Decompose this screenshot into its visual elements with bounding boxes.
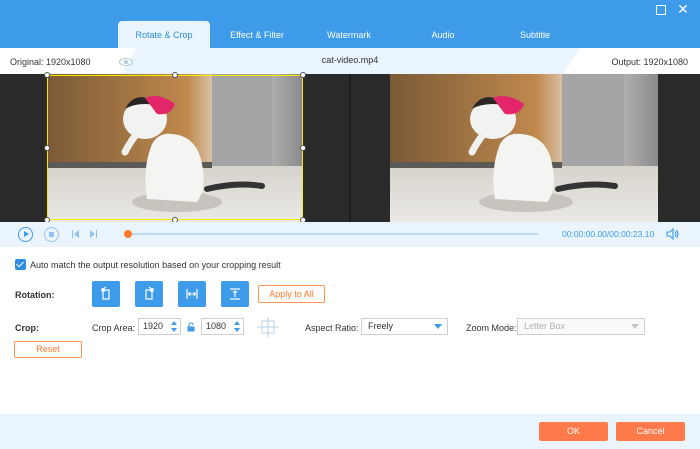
crop-frame[interactable]: [47, 75, 303, 220]
top-bar: Rotate & Crop Effect & Filter Watermark …: [0, 0, 700, 48]
crop-width-input[interactable]: 1920: [138, 318, 181, 335]
playback-bar: 00:00:00.00/00:00:23.10: [0, 222, 700, 247]
rotate-left-button[interactable]: [92, 281, 120, 307]
next-frame-button[interactable]: [88, 227, 103, 242]
tab-rotate-crop[interactable]: Rotate & Crop: [118, 21, 210, 48]
aspect-ratio-label: Aspect Ratio:: [305, 323, 359, 333]
cat-image-output: [390, 74, 658, 222]
flip-horizontal-button[interactable]: [178, 281, 206, 307]
crop-height-value: 1080: [206, 321, 227, 331]
close-icon[interactable]: ✕: [676, 2, 690, 17]
zoom-mode-select[interactable]: Letter Box: [517, 318, 645, 335]
footer-bar: OK Cancel: [0, 414, 700, 449]
info-bar: Original: 1920x1080 cat-video.mp4 Output…: [0, 48, 700, 74]
flip-vertical-button[interactable]: [221, 281, 249, 307]
tab-watermark[interactable]: Watermark: [306, 21, 392, 48]
zoom-mode-value: Letter Box: [524, 321, 566, 331]
cancel-button[interactable]: Cancel: [616, 422, 685, 441]
ok-button[interactable]: OK: [539, 422, 608, 441]
flip-horizontal-icon: [186, 289, 198, 299]
aspect-ratio-value: Freely: [368, 321, 394, 331]
auto-match-checkbox[interactable]: [15, 259, 26, 270]
crop-height-input[interactable]: 1080: [201, 318, 244, 335]
stop-button[interactable]: [44, 227, 59, 242]
auto-match-label: Auto match the output resolution based o…: [30, 260, 281, 270]
crop-handle[interactable]: [300, 72, 306, 78]
reset-button[interactable]: Reset: [14, 341, 82, 358]
rotate-left-icon: [101, 286, 110, 300]
progress-track[interactable]: [128, 233, 538, 235]
zoom-mode-label: Zoom Mode:: [466, 323, 517, 333]
flip-vertical-icon: [230, 288, 240, 300]
tab-audio[interactable]: Audio: [400, 21, 486, 48]
crop-handle[interactable]: [44, 72, 50, 78]
crop-area-label: Crop Area:: [92, 323, 136, 333]
chevron-down-icon: [631, 324, 639, 329]
tab-subtitle[interactable]: Subtitle: [492, 21, 578, 48]
volume-icon[interactable]: [666, 228, 680, 240]
rotation-label: Rotation:: [15, 290, 55, 300]
aspect-ratio-select[interactable]: Freely: [361, 318, 448, 335]
previous-frame-button[interactable]: [70, 227, 85, 242]
chevron-down-icon: [434, 324, 442, 329]
crop-width-stepper[interactable]: [171, 320, 178, 333]
lock-icon[interactable]: [186, 322, 196, 332]
crop-handle[interactable]: [172, 72, 178, 78]
current-time: 00:00:00.00: [562, 229, 607, 239]
pane-divider: [349, 74, 351, 222]
crop-width-value: 1920: [143, 321, 164, 331]
apply-to-all-button[interactable]: Apply to All: [258, 285, 325, 303]
play-button[interactable]: [18, 227, 33, 242]
rotate-right-icon: [145, 286, 154, 300]
duration: /00:00:23.10: [606, 229, 655, 239]
preview-area: [0, 72, 700, 223]
crop-label: Crop:: [15, 323, 39, 333]
output-preview: [390, 74, 658, 222]
maximize-icon[interactable]: [654, 3, 668, 17]
time-display: 00:00:00.00/00:00:23.10: [562, 229, 654, 239]
progress-knob[interactable]: [124, 230, 132, 238]
crop-height-stepper[interactable]: [234, 320, 241, 333]
output-resolution: Output: 1920x1080: [563, 48, 700, 74]
center-crop-icon[interactable]: [257, 317, 279, 337]
tab-effect-filter[interactable]: Effect & Filter: [214, 21, 300, 48]
crop-handle[interactable]: [44, 145, 50, 151]
rotate-right-button[interactable]: [135, 281, 163, 307]
crop-handle[interactable]: [300, 145, 306, 151]
